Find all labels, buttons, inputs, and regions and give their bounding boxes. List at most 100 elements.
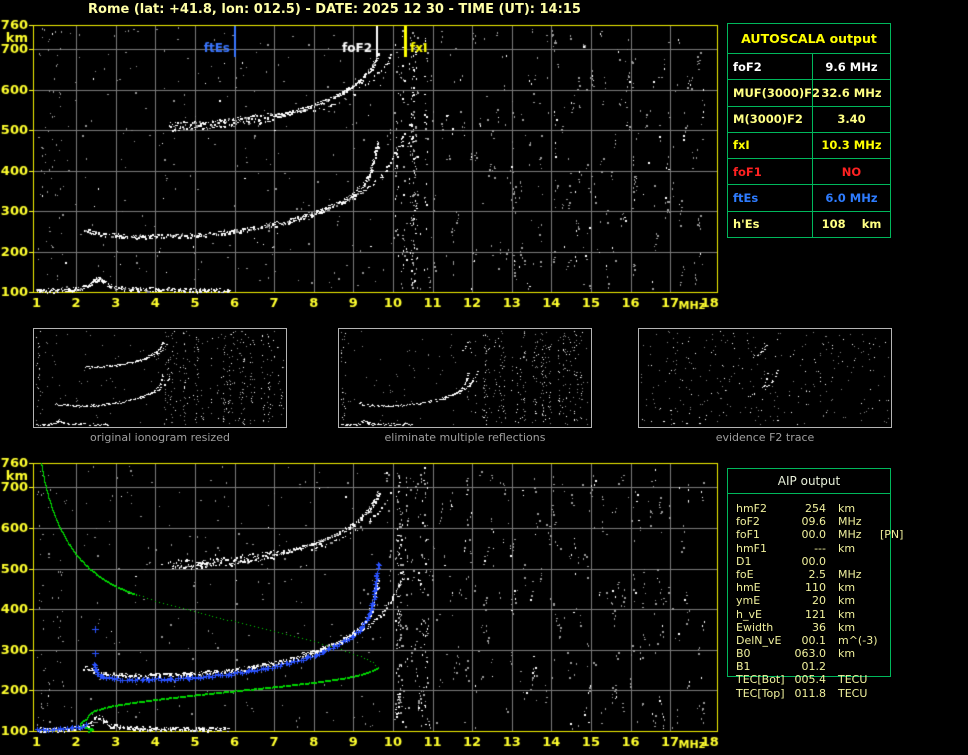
param-value: 20 (786, 594, 826, 607)
param-extra (880, 634, 890, 647)
aip-row-hve: h_vE121km (736, 608, 890, 621)
param-name: DelN_vE (736, 634, 786, 647)
aip-row-yme: ymE20 km (736, 594, 890, 607)
param-value: 110 (786, 581, 826, 594)
param-extra (880, 581, 890, 594)
param-value: 005.4 (786, 673, 826, 686)
table-row-m3000f2: M(3000)F2 3.40 (728, 107, 890, 133)
table-row-fxi: fxI 10.3 MHz (728, 133, 890, 159)
aip-row-b0: B0063.0 km (736, 647, 890, 660)
thumbnail-eliminate-reflections (338, 328, 592, 428)
param-name: B0 (736, 647, 786, 660)
aip-row-ewidth: Ewidth36 km (736, 621, 890, 634)
aip-row-d1: D100.0 (736, 555, 890, 568)
autoscala-table-title: AUTOSCALA output (728, 24, 890, 54)
param-unit: km (838, 608, 880, 621)
thumbnail-caption: evidence F2 trace (638, 431, 892, 444)
param-name: TEC[Top] (736, 687, 786, 700)
param-unit: km (838, 542, 880, 555)
param-value: --- (786, 542, 826, 555)
param-extra (880, 555, 890, 568)
aip-row-hmf2: hmF2254 km (736, 502, 890, 515)
param-extra (880, 608, 890, 621)
aip-row-b1: B101.2 (736, 660, 890, 673)
thumbnail-evidence-f2-trace (638, 328, 892, 428)
param-value: 6.0 MHz (813, 185, 890, 210)
param-name: ftEs (728, 185, 813, 210)
param-extra (880, 647, 890, 660)
param-value: 063.0 (786, 647, 826, 660)
param-unit: MHz (838, 515, 880, 528)
aip-table-rows: hmF2254km foF209.6MHz foF100.0MHz[PN] hm… (728, 494, 890, 700)
param-value: 3.40 (813, 107, 890, 132)
param-name: hmF2 (736, 502, 786, 515)
param-value: 108 km (813, 212, 890, 237)
param-name: hmF1 (736, 542, 786, 555)
param-value: NO (813, 159, 890, 184)
param-unit (838, 660, 880, 673)
param-unit: km (838, 581, 880, 594)
table-row-muf3000f2: MUF(3000)F2 32.6 MHz (728, 80, 890, 106)
param-name: foF2 (736, 515, 786, 528)
param-extra (880, 594, 890, 607)
param-name: TEC[Bot] (736, 673, 786, 686)
autoscala-ionogram-plot (0, 18, 730, 314)
aip-row-delnve: DelN_vE00.1m^(-3) (736, 634, 890, 647)
table-row-fof2: foF2 9.6 MHz (728, 54, 890, 80)
aip-table-title: AIP output (728, 469, 890, 494)
param-name: ymE (736, 594, 786, 607)
param-unit: TECU (838, 687, 880, 700)
param-value: 00.0 (786, 555, 826, 568)
param-unit: MHz (838, 528, 880, 541)
aip-row-hme: hmE110 km (736, 581, 890, 594)
aip-output-table: AIP output hmF2254km foF209.6MHz foF100.… (727, 468, 891, 677)
param-value: 254 (786, 502, 826, 515)
param-name: foF2 (728, 54, 813, 79)
param-value: 9.6 MHz (813, 54, 890, 79)
aip-row-hmf1: hmF1--- km (736, 542, 890, 555)
param-extra (880, 687, 890, 700)
aip-row-fof2: foF209.6MHz (736, 515, 890, 528)
param-extra (880, 515, 890, 528)
param-name: foF1 (728, 159, 813, 184)
param-value: 10.3 MHz (813, 133, 890, 158)
station-date-time-title: Rome (lat: +41.8, lon: 012.5) - DATE: 20… (88, 2, 581, 17)
aip-row-tectop: TEC[Top]011.8 TECU (736, 687, 890, 700)
param-extra (880, 660, 890, 673)
param-extra (880, 568, 890, 581)
param-extra (880, 621, 890, 634)
table-row-ftes: ftEs 6.0 MHz (728, 185, 890, 211)
param-unit: MHz (838, 568, 880, 581)
param-unit: km (838, 647, 880, 660)
param-name: D1 (736, 555, 786, 568)
param-unit: km (838, 502, 880, 515)
param-name: foE (736, 568, 786, 581)
param-value: 011.8 (786, 687, 826, 700)
param-value: 36 (786, 621, 826, 634)
param-name: hmE (736, 581, 786, 594)
table-row-hpes: h'Es 108 km (728, 212, 890, 237)
param-unit: TECU (838, 673, 880, 686)
param-unit: km (838, 621, 880, 634)
param-unit (838, 555, 880, 568)
param-unit: km (838, 594, 880, 607)
aip-row-foe: foE2.5 MHz (736, 568, 890, 581)
param-extra (880, 542, 890, 555)
param-value: 32.6 MHz (813, 80, 890, 105)
aip-row-tecbot: TEC[Bot]005.4 TECU (736, 673, 890, 686)
param-name: fxI (728, 133, 813, 158)
thumbnail-original-ionogram (33, 328, 287, 428)
aip-row-fof1: foF100.0MHz[PN] (736, 528, 890, 541)
param-name: M(3000)F2 (728, 107, 813, 132)
param-name: foF1 (736, 528, 786, 541)
param-name: h_vE (736, 608, 786, 621)
param-name: Ewidth (736, 621, 786, 634)
param-name: h'Es (728, 212, 813, 237)
param-value: 00.0 (786, 528, 826, 541)
param-value: 2.5 (786, 568, 826, 581)
param-extra (880, 673, 890, 686)
aip-ionogram-plot (0, 455, 730, 755)
thumbnail-caption: original ionogram resized (33, 431, 287, 444)
param-unit: m^(-3) (838, 634, 880, 647)
param-name: MUF(3000)F2 (728, 80, 813, 105)
